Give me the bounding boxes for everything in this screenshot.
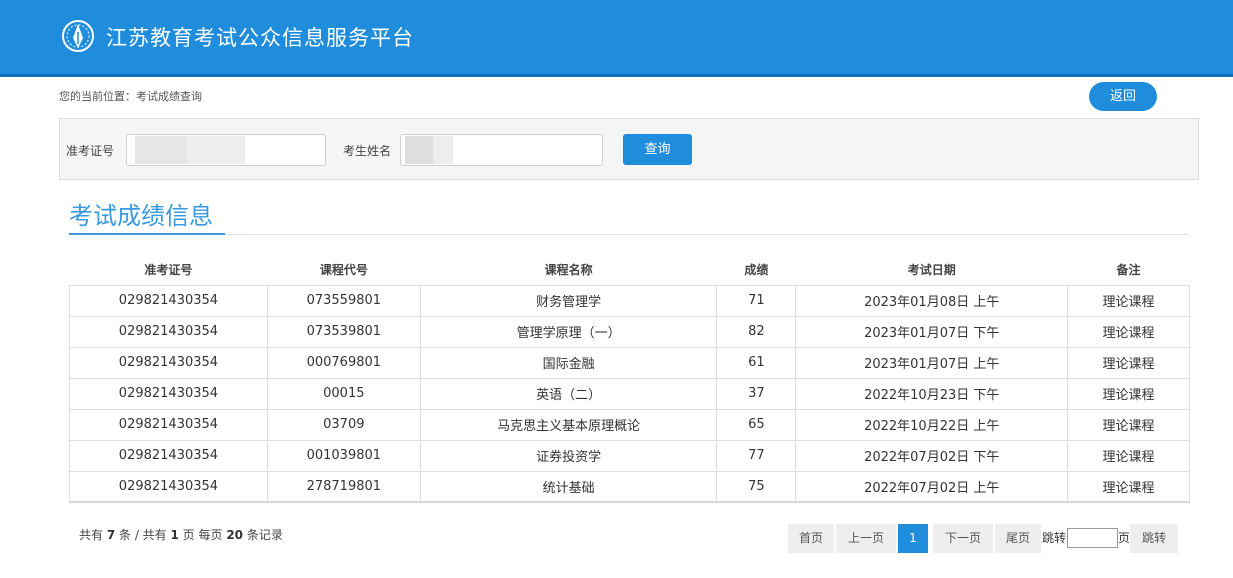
course-name-cell: 英语（二）	[419, 377, 718, 410]
table-row: 029821430354 03709 马克思主义基本原理概论 65 2022年10月22…	[69, 408, 1190, 441]
table-row: 029821430354 278719801 统计基础 75 2022年07月02日 上…	[69, 470, 1190, 503]
course-name-cell: 统计基础	[419, 470, 718, 503]
exam-date-cell: 2022年07月02日 下午	[795, 439, 1069, 472]
column-header: 课程名称	[544, 263, 593, 278]
column-header: 考试日期	[907, 263, 956, 278]
course-name-cell: 证券投资学	[419, 439, 718, 472]
first-page-button[interactable]: 首页	[788, 524, 834, 553]
course-name-cell: 财务管理学	[419, 284, 718, 317]
course-name-cell: 管理学原理（一）	[419, 315, 718, 348]
student-name-input[interactable]	[400, 134, 603, 166]
section-title: 考试成绩信息	[69, 202, 213, 230]
course-code-cell: 001039801	[266, 439, 421, 472]
current-page-button[interactable]: 1	[898, 524, 928, 553]
ticket-number-cell: 029821430354	[69, 284, 268, 317]
section-divider	[69, 234, 1189, 235]
score-table: 准考证号 课程代号 课程名称 成绩 考试日期 备注 029821430354 07…	[69, 255, 1190, 503]
record-summary: 共有 7 条 / 共有 1 页 每页 20 条记录	[79, 528, 283, 542]
remark-cell: 理论课程	[1067, 377, 1190, 410]
section-title-underline	[69, 233, 225, 235]
score-cell: 37	[716, 377, 797, 410]
ticket-number-cell: 029821430354	[69, 315, 268, 348]
ticket-number-cell: 029821430354	[69, 346, 268, 379]
pen-nib-emblem-icon	[62, 20, 94, 52]
last-page-button[interactable]: 尾页	[995, 524, 1041, 553]
table-row: 029821430354 001039801 证券投资学 77 2022年07月02日 …	[69, 439, 1190, 472]
back-button[interactable]: 返回	[1089, 82, 1157, 111]
remark-cell: 理论课程	[1067, 439, 1190, 472]
exam-date-cell: 2022年10月23日 下午	[795, 377, 1069, 410]
course-code-cell: 073539801	[266, 315, 421, 348]
remark-cell: 理论课程	[1067, 408, 1190, 441]
jump-prefix-label: 跳转	[1042, 531, 1067, 545]
exam-date-cell: 2023年01月07日 下午	[795, 315, 1069, 348]
score-cell: 65	[716, 408, 797, 441]
column-header: 备注	[1116, 263, 1141, 278]
search-panel: 准考证号 考生姓名 查询	[59, 118, 1199, 180]
ticket-number-cell: 029821430354	[69, 439, 268, 472]
score-cell: 77	[716, 439, 797, 472]
jump-button[interactable]: 跳转	[1130, 524, 1178, 553]
column-header: 课程代号	[319, 263, 368, 278]
jump-page-input[interactable]	[1067, 528, 1118, 548]
table-row: 029821430354 00015 英语（二） 37 2022年10月23日 下午 理论…	[69, 377, 1190, 410]
course-name-cell: 国际金融	[419, 346, 718, 379]
exam-date-cell: 2023年01月08日 上午	[795, 284, 1069, 317]
score-cell: 61	[716, 346, 797, 379]
exam-date-cell: 2022年10月22日 上午	[795, 408, 1069, 441]
score-cell: 82	[716, 315, 797, 348]
next-page-button[interactable]: 下一页	[933, 524, 993, 553]
course-code-cell: 03709	[266, 408, 421, 441]
ticket-number-cell: 029821430354	[69, 470, 268, 503]
table-header-row: 准考证号 课程代号 课程名称 成绩 考试日期 备注	[70, 255, 1190, 285]
table-row: 029821430354 073559801 财务管理学 71 2023年01月08日 …	[69, 284, 1190, 317]
jump-suffix-label: 页	[1118, 531, 1131, 545]
site-title: 江苏教育考试公众信息服务平台	[106, 26, 414, 50]
total-records: 7	[106, 528, 116, 542]
column-header: 准考证号	[144, 263, 193, 278]
per-page: 20	[226, 528, 244, 542]
course-name-cell: 马克思主义基本原理概论	[419, 408, 718, 441]
exam-date-cell: 2023年01月07日 上午	[795, 346, 1069, 379]
course-code-cell: 278719801	[266, 470, 421, 503]
table-row: 029821430354 073539801 管理学原理（一） 82 2023年01月0…	[69, 315, 1190, 348]
ticket-number-cell: 029821430354	[69, 377, 268, 410]
prev-page-button[interactable]: 上一页	[836, 524, 896, 553]
column-header: 成绩	[744, 263, 769, 278]
table-row: 029821430354 000769801 国际金融 61 2023年01月07日 上…	[69, 346, 1190, 379]
score-cell: 75	[716, 470, 797, 503]
remark-cell: 理论课程	[1067, 315, 1190, 348]
remark-cell: 理论课程	[1067, 284, 1190, 317]
course-code-cell: 073559801	[266, 284, 421, 317]
remark-cell: 理论课程	[1067, 470, 1190, 503]
ticket-number-label: 准考证号	[66, 144, 115, 158]
remark-cell: 理论课程	[1067, 346, 1190, 379]
exam-date-cell: 2022年07月02日 上午	[795, 470, 1069, 503]
breadcrumb: 您的当前位置：考试成绩查询	[59, 90, 202, 103]
top-header: 江苏教育考试公众信息服务平台	[0, 0, 1233, 77]
ticket-number-cell: 029821430354	[69, 408, 268, 441]
student-name-label: 考生姓名	[343, 144, 392, 158]
query-button[interactable]: 查询	[623, 134, 692, 165]
course-code-cell: 00015	[266, 377, 421, 410]
total-pages: 1	[170, 528, 179, 542]
score-cell: 71	[716, 284, 797, 317]
course-code-cell: 000769801	[266, 346, 421, 379]
ticket-number-input[interactable]	[126, 134, 326, 166]
